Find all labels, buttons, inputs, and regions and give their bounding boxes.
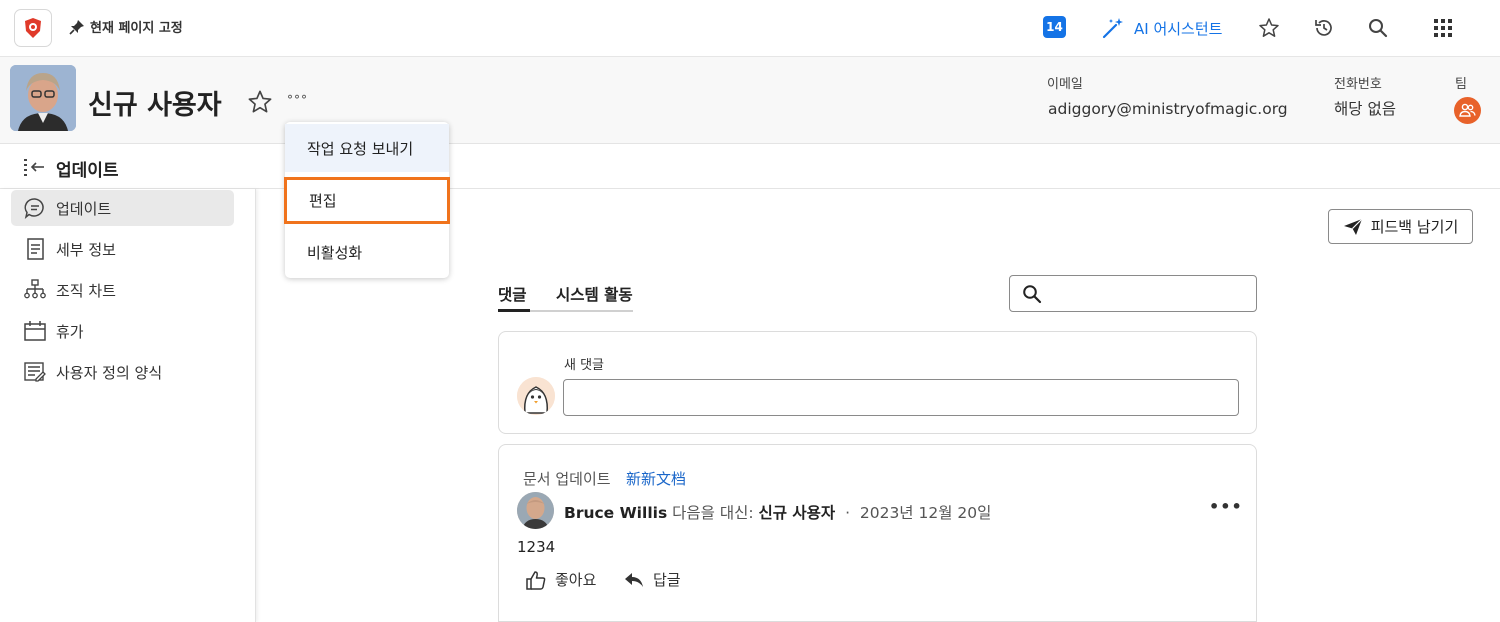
- tab-system-activity[interactable]: 시스템 활동: [556, 283, 633, 305]
- active-tab-indicator: [498, 309, 530, 312]
- like-button[interactable]: 좋아요: [525, 569, 596, 590]
- sidebar-item-time-off[interactable]: 휴가: [11, 313, 234, 349]
- feedback-button[interactable]: 피드백 남기기: [1328, 209, 1473, 244]
- sidebar-item-details[interactable]: 세부 정보: [11, 231, 234, 267]
- app-grid-icon: [1434, 19, 1452, 37]
- paper-plane-icon: [1343, 218, 1363, 235]
- new-comment-input[interactable]: [563, 379, 1239, 416]
- meta-separator: ·: [845, 504, 850, 522]
- reply-icon: [625, 572, 643, 587]
- post-meta-line: Bruce Willis 다음을 대신: 신규 사용자 · 2023년 12월 …: [564, 501, 991, 523]
- user-header: 신규 사용자 °°° 이메일 adiggory@ministryofmagic.…: [0, 57, 1500, 144]
- feedback-label: 피드백 남기기: [1370, 218, 1459, 236]
- team-button[interactable]: [1454, 97, 1481, 124]
- star-icon: [248, 90, 272, 113]
- ai-assistant-label: AI 어시스턴트: [1134, 19, 1223, 38]
- updates-bar-title: 업데이트: [56, 161, 119, 181]
- more-options-menu: 작업 요청 보내기 편집 비활성화: [284, 122, 450, 278]
- post-more-button[interactable]: •••: [1209, 497, 1243, 516]
- email-value: adiggory@ministryofmagic.org: [1048, 100, 1288, 118]
- updates-section-bar: 업데이트: [0, 144, 1500, 189]
- comment-icon: [24, 198, 44, 219]
- like-label: 좋아요: [555, 571, 597, 589]
- team-label: 팀: [1455, 77, 1467, 92]
- pin-page-button[interactable]: 현재 페이지 고정: [68, 17, 183, 36]
- post-date: 2023년 12월 20일: [859, 504, 992, 522]
- collapse-sidebar-button[interactable]: [22, 157, 46, 181]
- new-comment-label: 새 댓글: [564, 358, 605, 373]
- sidebar-item-label: 사용자 정의 양식: [56, 363, 163, 382]
- team-icon: [1459, 103, 1476, 117]
- sidebar-item-label: 조직 차트: [56, 281, 116, 300]
- document-link[interactable]: 新新文档: [626, 468, 686, 489]
- search-button[interactable]: [1366, 16, 1390, 40]
- reply-label: 답글: [653, 571, 681, 589]
- logo-icon: [25, 18, 41, 38]
- notification-badge[interactable]: 14: [1043, 16, 1066, 38]
- menu-item-send-request[interactable]: 작업 요청 보내기: [285, 124, 449, 172]
- magic-wand-icon: [1102, 18, 1123, 39]
- history-button[interactable]: [1312, 16, 1336, 40]
- sidebar-item-updates[interactable]: 업데이트: [11, 190, 234, 226]
- page-title: 신규 사용자: [88, 90, 222, 121]
- search-icon: [1022, 284, 1042, 308]
- form-icon: [24, 362, 46, 382]
- star-icon: [1259, 18, 1279, 37]
- ai-assistant-button[interactable]: AI 어시스턴트: [1100, 15, 1222, 41]
- author-name[interactable]: Bruce Willis: [564, 504, 667, 522]
- post-type-label: 문서 업데이트: [523, 470, 611, 488]
- collapse-panel-icon: [24, 159, 44, 176]
- app-logo[interactable]: [14, 9, 52, 47]
- thumbs-up-icon: [526, 570, 546, 590]
- user-avatar: [10, 65, 76, 131]
- phone-label: 전화번호: [1334, 77, 1382, 92]
- top-bar: 현재 페이지 고정 14 AI 어시스턴트: [0, 0, 1500, 57]
- sidebar-item-label: 세부 정보: [56, 240, 116, 259]
- tab-comments[interactable]: 댓글: [498, 283, 527, 305]
- sidebar-item-label: 휴가: [56, 322, 84, 341]
- menu-item-edit[interactable]: 편집: [284, 177, 450, 224]
- comment-search-input[interactable]: [1009, 275, 1257, 312]
- apps-button[interactable]: [1431, 16, 1455, 40]
- tab-divider: [530, 310, 633, 312]
- update-post-card: 문서 업데이트 新新文档 Bruce Willis 다음을 대신: 신규 사용자…: [498, 444, 1257, 622]
- favorite-user-button[interactable]: [247, 89, 273, 119]
- sidebar-item-label: 업데이트: [56, 199, 112, 218]
- email-label: 이메일: [1047, 77, 1083, 92]
- org-chart-icon: [24, 279, 46, 299]
- sidebar-item-custom-forms[interactable]: 사용자 정의 양식: [11, 354, 234, 390]
- phone-value: 해당 없음: [1334, 100, 1396, 118]
- post-body: 1234: [517, 538, 556, 556]
- history-icon: [1315, 20, 1332, 36]
- on-behalf-label: 다음을 대신:: [672, 504, 754, 522]
- sidebar-item-org-chart[interactable]: 조직 차트: [11, 272, 234, 308]
- menu-item-deactivate[interactable]: 비활성화: [285, 228, 449, 276]
- calendar-icon: [24, 321, 46, 341]
- author-avatar: [517, 492, 554, 529]
- sidebar: 업데이트 세부 정보 조직 차트 휴가 사용자 정의 양식: [0, 189, 256, 622]
- more-options-button[interactable]: °°°: [287, 93, 308, 107]
- document-icon: [27, 238, 44, 260]
- search-icon: [1369, 19, 1388, 38]
- favorites-button[interactable]: [1257, 16, 1281, 40]
- pin-icon: [69, 19, 84, 35]
- new-comment-card: 새 댓글: [498, 331, 1257, 434]
- target-user-name[interactable]: 신규 사용자: [759, 504, 836, 522]
- reply-button[interactable]: 답글: [623, 569, 681, 590]
- current-user-avatar: [517, 377, 555, 415]
- pin-page-label: 현재 페이지 고정: [90, 21, 183, 36]
